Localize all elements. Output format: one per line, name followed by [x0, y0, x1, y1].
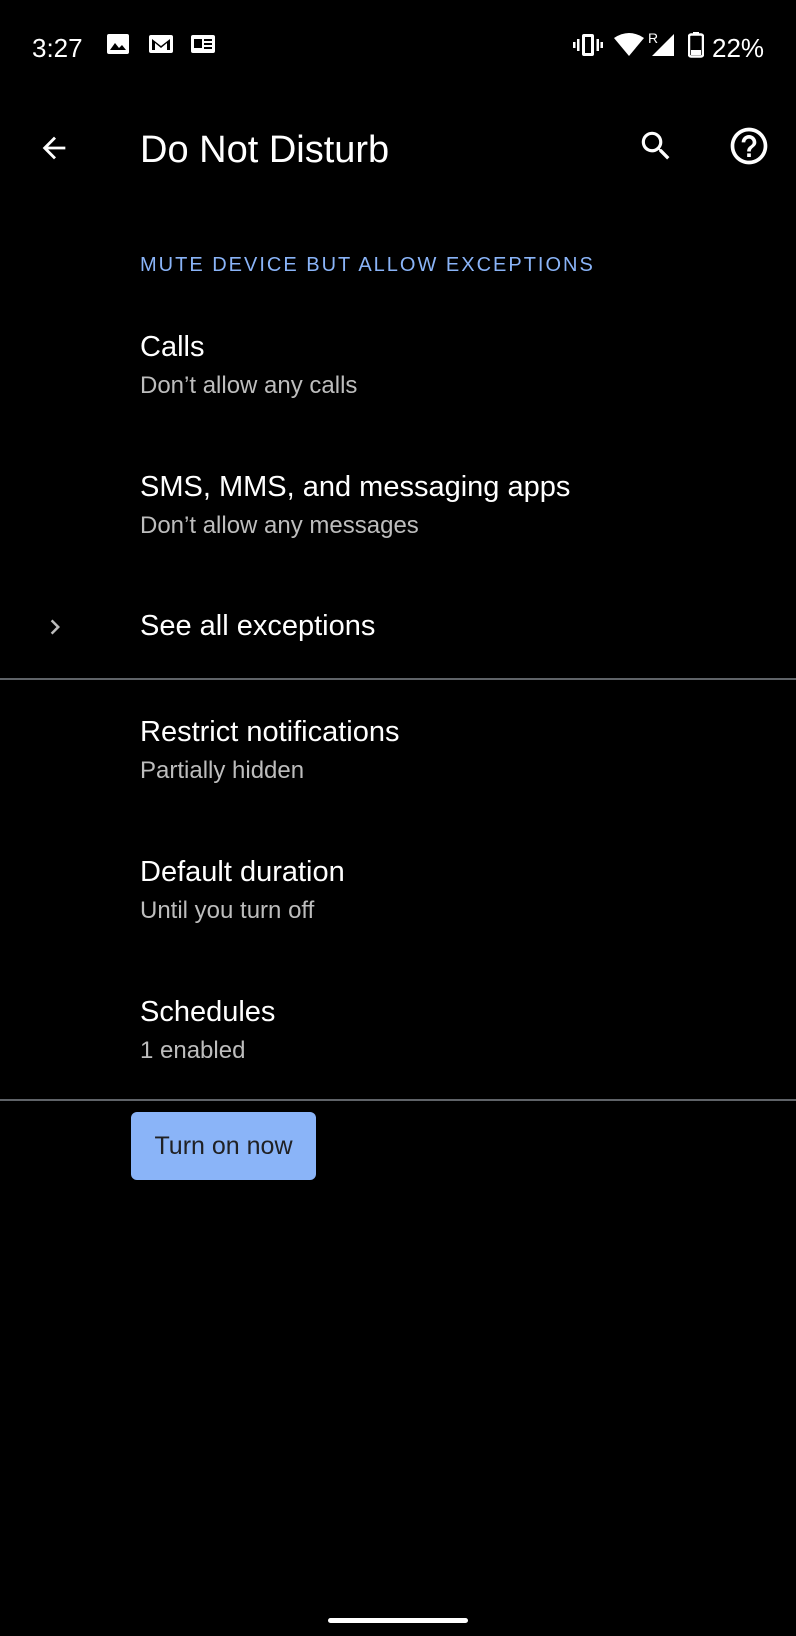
pref-summary: 1 enabled — [140, 1037, 246, 1064]
help-icon — [727, 124, 771, 173]
divider — [0, 1099, 796, 1101]
vibrate-icon — [573, 32, 603, 63]
gmail-icon — [148, 32, 174, 61]
arrow-back-icon — [37, 131, 71, 170]
pref-summary: Partially hidden — [140, 757, 305, 784]
page-title: Do Not Disturb — [140, 129, 390, 171]
app-bar: Do Not Disturb — [0, 96, 796, 204]
divider — [0, 678, 796, 680]
see-all-exceptions[interactable]: See all exceptions — [0, 580, 796, 676]
pref-title: See all exceptions — [140, 610, 376, 642]
restrict-notifications-setting[interactable]: Restrict notifications Partially hidden — [0, 685, 796, 815]
pref-title: Restrict notifications — [140, 716, 400, 748]
help-button[interactable] — [719, 118, 779, 178]
chevron-right-icon — [38, 610, 72, 644]
pref-summary: Don’t allow any messages — [140, 512, 419, 539]
wifi-icon — [614, 32, 644, 63]
battery-icon — [687, 32, 705, 63]
default-duration-setting[interactable]: Default duration Until you turn off — [0, 825, 796, 955]
schedules-setting[interactable]: Schedules 1 enabled — [0, 965, 796, 1095]
image-icon — [106, 32, 130, 61]
turn-on-now-button[interactable]: Turn on now — [131, 1112, 316, 1180]
signal-icon — [650, 32, 676, 63]
back-button[interactable] — [24, 120, 84, 180]
status-time: 3:27 — [32, 33, 83, 63]
pref-summary: Until you turn off — [140, 897, 315, 924]
news-icon — [190, 32, 216, 61]
pref-title: Schedules — [140, 996, 276, 1028]
gesture-nav-handle[interactable] — [328, 1618, 468, 1623]
section-header-exceptions: MUTE DEVICE BUT ALLOW EXCEPTIONS — [140, 254, 595, 276]
search-button[interactable] — [626, 118, 686, 178]
battery-percent: 22% — [712, 33, 765, 63]
messages-setting[interactable]: SMS, MMS, and messaging apps Don’t allow… — [0, 440, 796, 570]
search-icon — [637, 127, 675, 170]
calls-setting[interactable]: Calls Don’t allow any calls — [0, 300, 796, 430]
status-bar: 3:27 R 22% — [0, 0, 796, 96]
pref-title: Calls — [140, 331, 205, 363]
pref-title: SMS, MMS, and messaging apps — [140, 471, 571, 503]
pref-title: Default duration — [140, 856, 345, 888]
pref-summary: Don’t allow any calls — [140, 372, 358, 399]
